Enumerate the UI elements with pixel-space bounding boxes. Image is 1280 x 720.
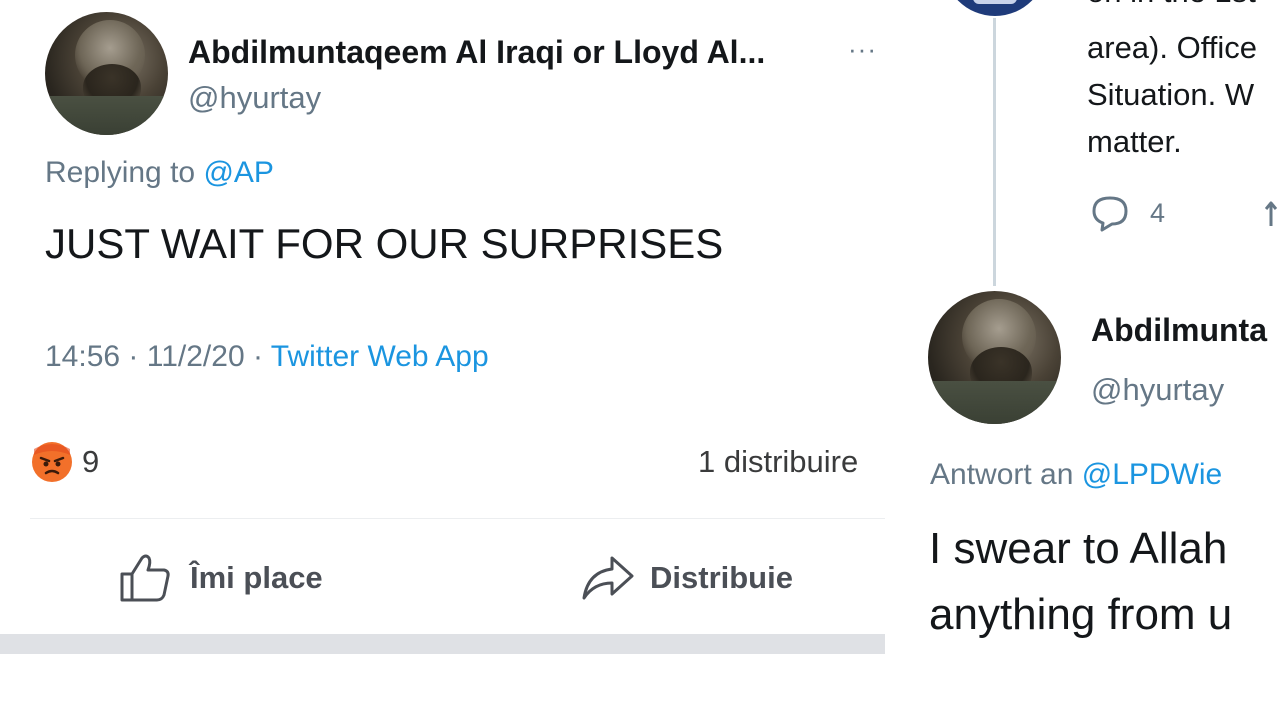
left-post-panel: Abdilmuntaqeem Al Iraqi or Lloyd Al... @…	[0, 0, 885, 720]
right-author-name[interactable]: Abdilmunta	[1091, 312, 1267, 349]
more-options-icon[interactable]: ···	[848, 34, 877, 65]
top-partial-avatar[interactable]	[943, 0, 1047, 16]
reaction-count[interactable]: 9	[82, 444, 99, 480]
share-arrow-icon	[580, 552, 636, 604]
tweet-timestamp-line: 14:56 · 11/2/20 · Twitter Web App	[45, 340, 489, 374]
right-replying-handle-link[interactable]: @LPDWie	[1082, 458, 1222, 491]
retweet-icon[interactable]	[1264, 196, 1280, 232]
right-tweet-line-1: I swear to Allah	[929, 524, 1228, 573]
left-author-name[interactable]: Abdilmuntaqeem Al Iraqi or Lloyd Al...	[188, 34, 765, 71]
right-tweet-line-2: anything from u	[929, 590, 1233, 639]
top-tweet-line-1: area). Office	[1087, 30, 1258, 65]
replying-handle-link[interactable]: @AP	[203, 156, 273, 189]
separator-dot: ·	[128, 340, 139, 373]
reply-button[interactable]: 4	[1090, 194, 1165, 232]
right-author-avatar[interactable]	[928, 291, 1061, 424]
shares-count-text: 1 distribuire	[698, 444, 859, 479]
reply-count: 4	[1150, 197, 1166, 228]
separator-dot: ·	[252, 340, 263, 373]
shares-count[interactable]: 1 distribuire	[698, 444, 885, 480]
right-thread-panel: on in the 1st area). Office Situation. W…	[885, 0, 1280, 720]
tweet-date: 11/2/20	[146, 340, 245, 373]
thumbs-up-icon	[118, 552, 172, 604]
tweet-source-link[interactable]: Twitter Web App	[271, 340, 489, 373]
tweet-time: 14:56	[45, 340, 121, 373]
thread-connector-line	[993, 18, 996, 286]
top-tweet-partial-line: on in the 1st	[1087, 0, 1256, 10]
angry-reaction-icon[interactable]	[31, 441, 73, 483]
like-label: Îmi place	[190, 560, 323, 595]
top-tweet-line-2: Situation. W	[1087, 77, 1255, 112]
share-label: Distribuie	[650, 560, 793, 595]
left-author-avatar[interactable]	[45, 12, 168, 135]
replying-to-line: Replying to @AP	[45, 156, 274, 190]
right-replying-line: Antwort an @LPDWie	[930, 458, 1222, 492]
left-tweet-text: JUST WAIT FOR OUR SURPRISES	[45, 220, 724, 267]
post-bottom-bar	[0, 634, 885, 654]
like-button[interactable]: Îmi place	[118, 548, 323, 608]
reactions-divider	[30, 518, 885, 519]
replying-prefix: Replying to	[45, 156, 196, 189]
right-replying-prefix: Antwort an	[930, 458, 1074, 491]
left-author-handle[interactable]: @hyurtay	[188, 80, 321, 116]
reply-bubble-icon	[1090, 194, 1130, 232]
top-tweet-line-3: matter.	[1087, 124, 1182, 159]
right-author-handle[interactable]: @hyurtay	[1091, 372, 1224, 408]
share-button[interactable]: Distribuie	[580, 548, 793, 608]
